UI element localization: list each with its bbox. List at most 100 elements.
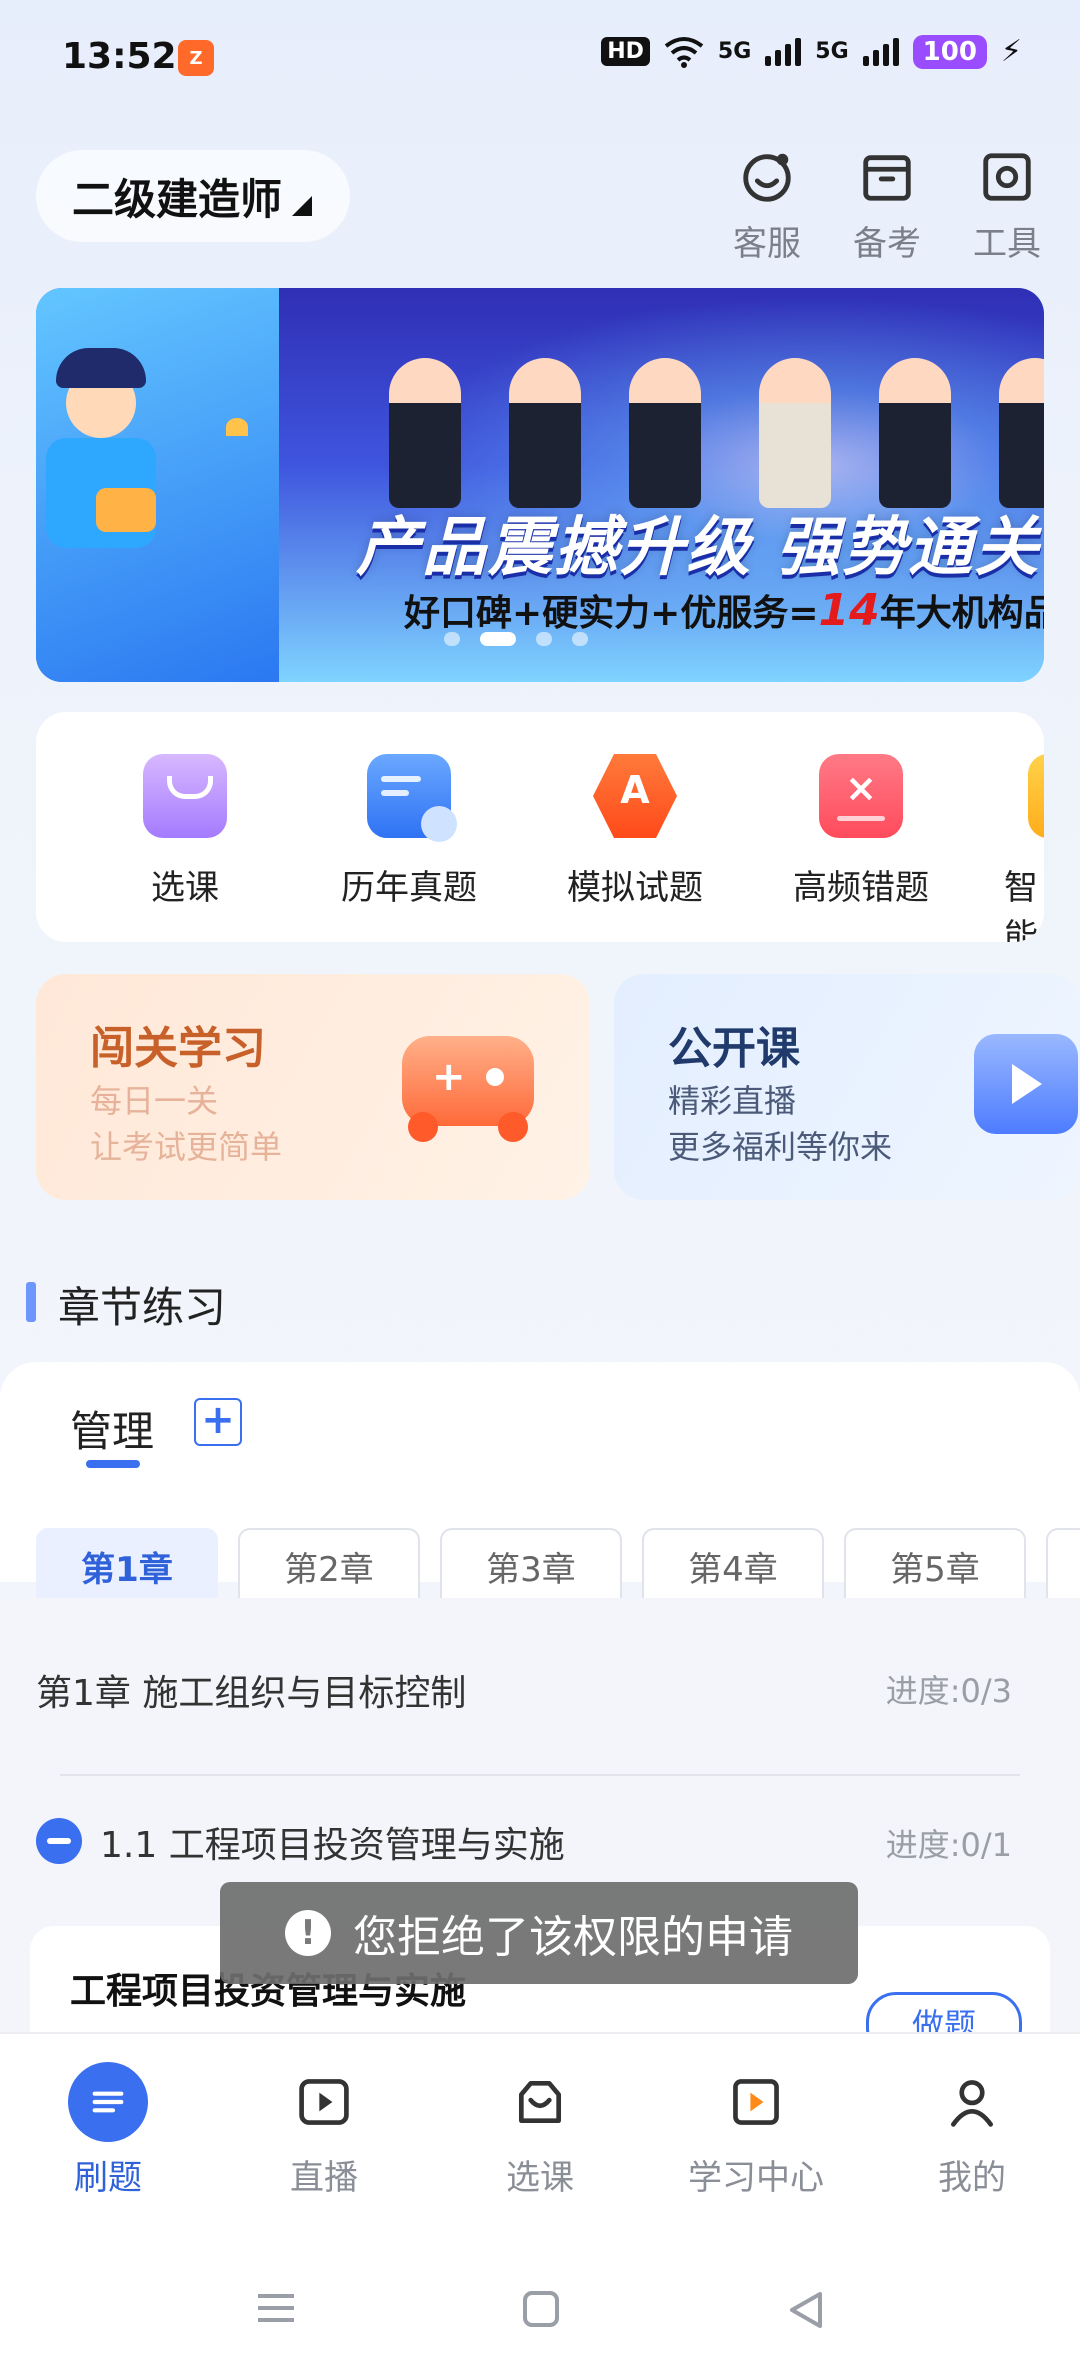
chapter-tab-5[interactable]: 第5章 (844, 1528, 1026, 1602)
charging-icon: ⚡ (1000, 34, 1022, 69)
dropdown-triangle-icon (292, 196, 313, 216)
chapter-progress: 进度:0/3 (885, 1672, 1012, 1710)
user-icon (932, 2062, 1012, 2142)
teacher-figure (629, 358, 701, 508)
quick-entry-select-course[interactable]: 选课 (100, 754, 270, 909)
quick-entry-frequent-mistakes[interactable]: × 高频错题 (776, 754, 946, 909)
chapter-tab-more[interactable] (1046, 1528, 1080, 1602)
status-indicators: HD 5G 5G 100 ⚡ (601, 34, 1022, 69)
section-item-title[interactable]: 1.1 工程项目投资管理与实施 (100, 1816, 565, 1868)
teacher-figure (509, 358, 581, 508)
nav-courses[interactable]: 选课 (460, 2062, 620, 2199)
subject-tab-management[interactable]: 管理 (70, 1398, 154, 1459)
nav-label: 学习中心 (688, 2158, 824, 2198)
quick-entry-label: 智能 (1004, 868, 1038, 942)
study-center-icon (716, 2062, 796, 2142)
subject-tab-indicator (86, 1460, 140, 1468)
chapter-tab-2[interactable]: 第2章 (238, 1528, 420, 1602)
chapter-tab-3[interactable]: 第3章 (440, 1528, 622, 1602)
teacher-figure (389, 358, 461, 508)
section-title: 章节练习 (58, 1283, 227, 1332)
nav-study-center[interactable]: 学习中心 (676, 2062, 836, 2199)
quick-entry-smart[interactable]: 智能 (988, 754, 1044, 942)
practice-icon (68, 2062, 148, 2142)
banner-illustration (36, 288, 279, 682)
pagination-dot (572, 632, 588, 646)
app-notification-icon: Z (178, 40, 214, 76)
home-icon[interactable] (522, 2290, 560, 2328)
teacher-figure (999, 358, 1044, 508)
nav-label: 我的 (938, 2158, 1006, 2198)
banner-subline-suffix: 年大机构品 (879, 593, 1044, 634)
section-accent-bar (26, 1282, 36, 1322)
pagination-dot (536, 632, 552, 646)
tools-label: 工具 (973, 224, 1041, 264)
inbox-icon (863, 155, 911, 201)
exam-selector[interactable]: 二级建造师 (36, 150, 351, 242)
prep-label: 备考 (853, 224, 921, 264)
collapse-icon[interactable] (36, 1818, 82, 1864)
chapter-tabs: 第1章 第2章 第3章 第4章 第5章 (36, 1528, 1080, 1602)
shopping-bag-icon (143, 754, 227, 838)
banner-subline-number: 14 (818, 585, 880, 636)
exam-a-icon: A (593, 754, 677, 838)
tools-button[interactable]: 工具 (962, 148, 1052, 265)
divider (60, 1774, 1020, 1776)
teacher-figure (879, 358, 951, 508)
challenge-line1: 每日一关 (90, 1082, 219, 1120)
gamepad-icon: + (402, 1036, 534, 1142)
chapter-title[interactable]: 第1章 施工组织与目标控制 (36, 1664, 466, 1716)
quick-entry-label: 模拟试题 (567, 868, 703, 908)
quick-entry-label: 选课 (151, 868, 219, 908)
nav-label: 直播 (290, 2158, 358, 2198)
nav-profile[interactable]: 我的 (892, 2062, 1052, 2199)
quick-entry-panel: 选课 历年真题 A 模拟试题 × 高频错题 智能 (36, 712, 1044, 942)
network-label-1: 5G (717, 39, 752, 64)
shopping-bag-icon (500, 2062, 580, 2142)
section-item-progress: 进度:0/1 (885, 1826, 1012, 1864)
toolbox-icon (983, 153, 1031, 201)
customer-service-button[interactable]: 客服 (722, 148, 812, 265)
open-course-line2: 更多福利等你来 (668, 1128, 893, 1166)
network-label-2: 5G (815, 39, 849, 64)
customer-service-icon (743, 153, 791, 202)
banner-subline: 好口碑+硬实力+优服务=14年大机构品 (404, 584, 1044, 636)
challenge-study-card[interactable]: 闯关学习 每日一关 让考试更简单 + (36, 974, 590, 1200)
menu-icon[interactable] (256, 2290, 296, 2326)
battery-indicator: 100 (912, 34, 987, 69)
add-subject-button[interactable]: + (194, 1398, 242, 1446)
open-course-line1: 精彩直播 (668, 1082, 797, 1120)
customer-service-label: 客服 (733, 224, 801, 264)
live-play-icon (284, 2062, 364, 2142)
permission-toast: ! 您拒绝了该权限的申请 (220, 1882, 858, 1984)
banner-subline-prefix: 好口碑+硬实力+优服务= (404, 593, 819, 634)
banner-pagination (444, 632, 588, 646)
quick-entry-label: 高频错题 (793, 868, 929, 908)
signal-icon (765, 37, 802, 66)
signal-icon-2 (862, 37, 899, 66)
alert-icon: ! (285, 1910, 331, 1956)
wifi-icon (664, 36, 704, 68)
nav-label: 选课 (506, 2158, 574, 2198)
banner-headline: 产品震撼升级 强势通关 (356, 511, 1041, 585)
prep-button[interactable]: 备考 (842, 148, 932, 265)
quick-entry-past-exams[interactable]: 历年真题 (324, 754, 494, 909)
nav-practice[interactable]: 刷题 (28, 2062, 188, 2199)
chapter-tab-1[interactable]: 第1章 (36, 1528, 218, 1602)
open-course-title: 公开课 (668, 1023, 800, 1074)
promo-banner[interactable]: 产品震撼升级 强势通关 好口碑+硬实力+优服务=14年大机构品 (36, 288, 1044, 682)
smart-icon (1028, 754, 1044, 838)
back-icon[interactable] (786, 2290, 826, 2330)
status-time: 13:52 (62, 36, 177, 77)
challenge-title: 闯关学习 (90, 1023, 266, 1074)
folder-clock-icon (367, 754, 457, 842)
teacher-figure (759, 358, 831, 508)
hd-badge: HD (601, 37, 650, 66)
chapter-tab-4[interactable]: 第4章 (642, 1528, 824, 1602)
nav-label: 刷题 (74, 2158, 142, 2198)
quick-entry-mock-exams[interactable]: A 模拟试题 (550, 754, 720, 909)
open-course-card[interactable]: 公开课 精彩直播 更多福利等你来 (614, 974, 1080, 1200)
nav-live[interactable]: 直播 (244, 2062, 404, 2199)
challenge-line2: 让考试更简单 (90, 1128, 283, 1166)
pagination-dot (444, 632, 460, 646)
